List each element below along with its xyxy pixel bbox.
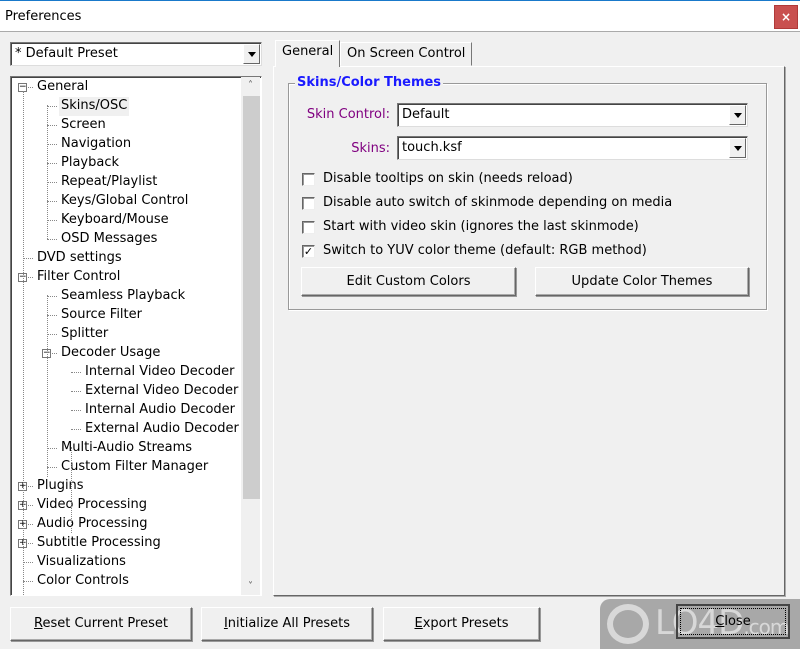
tree-item[interactable]: Splitter <box>59 325 110 344</box>
scroll-down-icon[interactable]: ˅ <box>241 578 260 595</box>
window-title: Preferences <box>5 9 82 24</box>
tree-item[interactable]: External Video Decoder <box>83 382 240 401</box>
tree-connector <box>47 144 57 145</box>
tree-guide-line <box>47 105 48 239</box>
checkbox-box-checked[interactable]: ✓ <box>302 245 315 258</box>
tree-connector <box>47 239 57 240</box>
button-label: xport Presets <box>422 616 509 631</box>
checkbox-box[interactable] <box>302 173 315 186</box>
tree-connector <box>47 106 57 107</box>
button-label: eset Current Preset <box>42 616 168 631</box>
accelerator-key: C <box>715 614 725 629</box>
tree-connector <box>47 182 57 183</box>
tree-connector <box>47 448 57 449</box>
skins-dropdown[interactable]: touch.ksf <box>397 136 748 160</box>
export-presets-button[interactable]: Export Presets <box>383 607 540 641</box>
tree-guide-line <box>23 91 24 595</box>
tree-item[interactable]: Custom Filter Manager <box>59 458 210 477</box>
chevron-down-icon[interactable] <box>729 138 746 158</box>
tree-connector <box>23 258 33 259</box>
tree-item[interactable]: Skins/OSC <box>59 97 130 116</box>
tree-item[interactable]: OSD Messages <box>59 230 159 249</box>
edit-custom-colors-button[interactable]: Edit Custom Colors <box>301 267 516 296</box>
check-icon: ✓ <box>303 245 314 258</box>
tree-item[interactable]: Seamless Playback <box>59 287 187 306</box>
tree-connector <box>71 372 81 373</box>
tree-connector <box>47 334 57 335</box>
skin-control-value: Default <box>402 107 450 122</box>
chevron-down-icon[interactable] <box>729 105 746 125</box>
tree-connector <box>47 201 57 202</box>
tree-item[interactable]: Audio Processing <box>35 515 150 534</box>
tree-connector <box>71 410 81 411</box>
close-button[interactable]: Close <box>676 604 790 639</box>
tab-general[interactable]: General <box>275 40 341 67</box>
tree-item[interactable]: Visualizations <box>35 553 128 572</box>
tree-scrollbar[interactable]: ˄ ˅ <box>241 77 260 595</box>
title-bar: Preferences × <box>0 0 800 32</box>
reset-current-preset-button[interactable]: Reset Current Preset <box>10 607 192 641</box>
tree-item[interactable]: Multi-Audio Streams <box>59 439 194 458</box>
tree-item[interactable]: DVD settings <box>35 249 124 268</box>
checkbox-label: Disable auto switch of skinmode dependin… <box>323 195 673 210</box>
tree-item[interactable]: Decoder Usage <box>59 344 162 363</box>
tree-item[interactable]: Source Filter <box>59 306 144 325</box>
tree-item[interactable]: Playback <box>59 154 121 173</box>
preset-dropdown-value: * Default Preset <box>15 46 118 61</box>
update-color-themes-button[interactable]: Update Color Themes <box>535 267 749 296</box>
tree-item[interactable]: General <box>35 78 90 97</box>
tree-item[interactable]: Subtitle Processing <box>35 534 163 553</box>
close-icon: × <box>780 10 792 24</box>
tree-connector <box>71 391 81 392</box>
tree-item[interactable]: Keys/Global Control <box>59 192 190 211</box>
tree-guide-line <box>47 295 48 477</box>
tree-item[interactable]: Plugins <box>35 477 86 496</box>
watermark-logo-icon <box>607 604 649 644</box>
skin-control-dropdown[interactable]: Default <box>397 103 748 127</box>
title-separator <box>0 31 800 32</box>
tree-connector <box>47 220 57 221</box>
tree-connector <box>71 429 81 430</box>
tree-item[interactable]: Video Processing <box>35 496 149 515</box>
group-title: Skins/Color Themes <box>295 75 444 90</box>
tree-item[interactable]: Screen <box>59 116 108 135</box>
button-label: lose <box>724 614 751 629</box>
checkbox-box[interactable] <box>302 197 315 210</box>
tree-item[interactable]: Internal Audio Decoder <box>83 401 237 420</box>
window-close-button[interactable]: × <box>774 5 798 29</box>
tree-item[interactable]: Filter Control <box>35 268 122 287</box>
accelerator-key: E <box>414 616 423 631</box>
settings-tree[interactable]: General − Skins/OSC Screen Navigation Playbac… <box>10 76 262 596</box>
tree-connector <box>23 581 33 582</box>
checkbox-label: Disable tooltips on skin (needs reload) <box>323 171 573 186</box>
initialize-all-presets-button[interactable]: Initialize All Presets <box>201 607 373 641</box>
tree-connector <box>23 562 33 563</box>
checkbox-label: Switch to YUV color theme (default: RGB … <box>323 243 647 258</box>
tree-item[interactable]: Navigation <box>59 135 133 154</box>
tab-on-screen-control[interactable]: On Screen Control <box>340 42 473 66</box>
button-label: nitialize All Presets <box>227 616 351 631</box>
skins-value: touch.ksf <box>402 140 462 155</box>
tree-item[interactable]: Keyboard/Mouse <box>59 211 171 230</box>
checkbox-box[interactable] <box>302 221 315 234</box>
tree-connector <box>47 125 57 126</box>
tree-connector <box>47 315 57 316</box>
scroll-up-icon[interactable]: ˄ <box>241 77 260 94</box>
skin-control-label: Skin Control: <box>306 107 390 122</box>
preset-dropdown[interactable]: * Default Preset <box>10 42 262 66</box>
tree-item[interactable]: Repeat/Playlist <box>59 173 159 192</box>
tree-item[interactable]: Internal Video Decoder <box>83 363 237 382</box>
tree-item[interactable]: External Audio Decoder <box>83 420 241 439</box>
skins-label: Skins: <box>351 141 390 156</box>
tree-item[interactable]: Color Controls <box>35 572 131 591</box>
checkbox-label: Start with video skin (ignores the last … <box>323 219 639 234</box>
scroll-thumb[interactable] <box>243 96 260 499</box>
tree-guide-line <box>71 447 72 533</box>
tree-connector <box>47 163 57 164</box>
tree-connector <box>47 467 57 468</box>
tree-connector <box>47 296 57 297</box>
chevron-down-icon[interactable] <box>243 44 260 64</box>
